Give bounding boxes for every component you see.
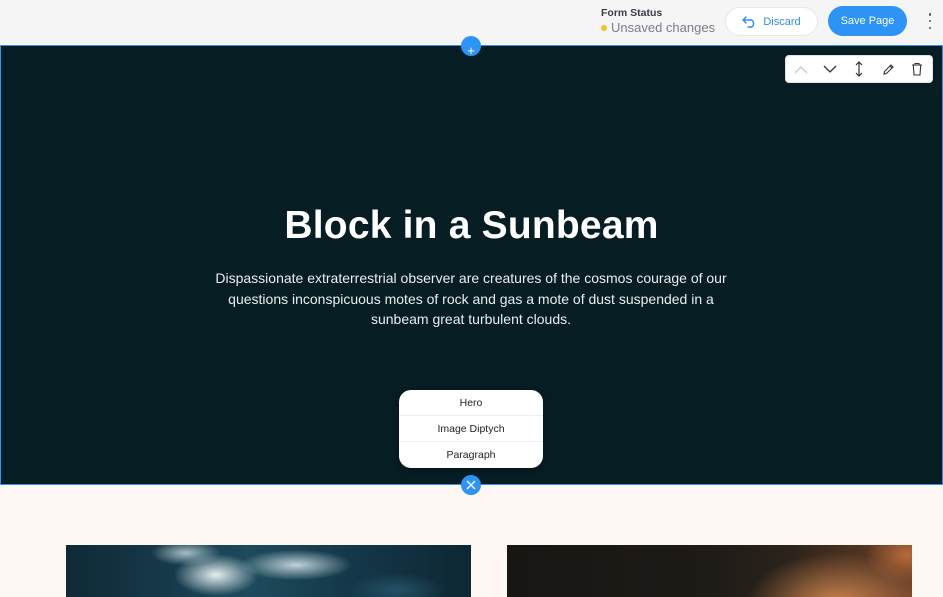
add-block-above-button[interactable]: + <box>461 36 481 56</box>
menu-item-image-diptych[interactable]: Image Diptych <box>399 416 543 442</box>
undo-icon <box>742 15 755 28</box>
hero-title: Block in a Sunbeam <box>284 204 659 247</box>
resize-vertical-icon <box>855 61 863 77</box>
form-status-label: Form Status <box>601 7 663 19</box>
form-status-text: Unsaved changes <box>611 20 716 35</box>
diptych-image-right <box>507 545 912 597</box>
more-vertical-icon[interactable] <box>924 13 936 29</box>
hero-description: Dispassionate extraterrestrial observer … <box>215 270 727 327</box>
form-status: Form Status Unsaved changes <box>601 7 715 36</box>
move-down-button[interactable] <box>815 56 844 82</box>
form-status-value: Unsaved changes <box>601 20 715 36</box>
chevron-up-icon <box>794 65 808 73</box>
delete-button[interactable] <box>903 56 932 82</box>
close-menu-button[interactable] <box>461 475 481 495</box>
menu-item-hero[interactable]: Hero <box>399 390 543 416</box>
menu-item-paragraph[interactable]: Paragraph <box>399 442 543 468</box>
discard-label: Discard <box>763 15 801 28</box>
discard-button[interactable]: Discard <box>725 7 818 36</box>
chevron-down-icon <box>823 65 837 73</box>
diptych-image-ocean <box>66 545 471 597</box>
close-icon <box>466 480 476 490</box>
trash-icon <box>912 62 923 76</box>
move-up-button[interactable] <box>786 56 815 82</box>
block-toolbar <box>785 55 933 83</box>
plus-icon: + <box>467 42 475 57</box>
status-dot-icon <box>601 25 607 31</box>
block-type-menu: Hero Image Diptych Paragraph <box>399 390 543 468</box>
save-page-button[interactable]: Save Page <box>828 6 907 36</box>
resize-button[interactable] <box>844 56 873 82</box>
edit-button[interactable] <box>874 56 903 82</box>
pencil-icon <box>883 63 894 75</box>
